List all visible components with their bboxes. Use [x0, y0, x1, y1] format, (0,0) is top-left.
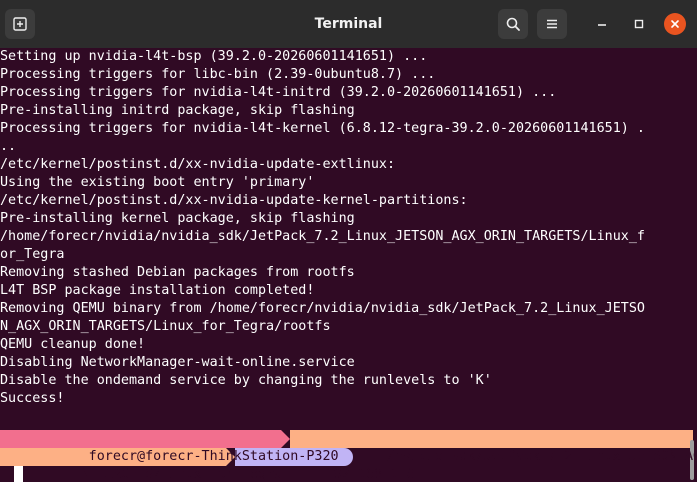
close-icon [671, 20, 679, 28]
prompt-ip: 192.168.1.6 [325, 467, 415, 482]
terminal-line: Pre-installing kernel package, skip flas… [0, 211, 355, 226]
window-title: Terminal [314, 16, 383, 32]
prompt-row-1: forecr@forecr-ThinkStation-P320 …/nvidia… [0, 430, 697, 464]
terminal-line: Processing triggers for libc-bin (2.39-0… [0, 67, 436, 82]
terminal-line: N_AGX_ORIN_TARGETS/Linux_for_Tegra/rootf… [0, 319, 331, 334]
prompt-path-line1: …/nvidia_sdk/JetPack_7.2_Linux_JETSON_AG… [378, 449, 697, 464]
terminal-line: Removing stashed Debian packages from ro… [0, 265, 355, 280]
terminal-line: L4T BSP package installation completed! [0, 283, 315, 298]
terminal-line: Setting up nvidia-l4t-bsp (39.2.0-202606… [0, 49, 428, 64]
new-tab-icon [13, 17, 27, 31]
terminal-output-area[interactable]: Setting up nvidia-l4t-bsp (39.2.0-202606… [0, 48, 697, 482]
maximize-button[interactable] [628, 13, 650, 35]
minimize-icon [598, 24, 606, 26]
title-bar[interactable]: Terminal [0, 0, 697, 48]
terminal-line: Disabling NetworkManager-wait-online.ser… [0, 355, 355, 370]
menu-button[interactable] [537, 9, 567, 39]
terminal-line: Disable the ondemand service by changing… [0, 373, 492, 388]
hamburger-menu-icon [547, 19, 557, 29]
new-tab-button[interactable] [5, 9, 35, 39]
terminal-line: Processing triggers for nvidia-l4t-initr… [0, 85, 557, 100]
terminal-line: Removing QEMU binary from /home/forecr/n… [0, 301, 645, 316]
terminal-line: QEMU cleanup done! [0, 337, 146, 352]
prompt-path-segment: …/nvidia_sdk/JetPack_7.2_Linux_JETSON_AG… [290, 430, 697, 464]
prompt-user-host: forecr@forecr-ThinkStation-P320 [80, 449, 339, 464]
terminal-line: Pre-installing initrd package, skip flas… [0, 103, 355, 118]
prompt-path-line2: N_TARGETS/Linux_for_Tegra [80, 467, 283, 482]
search-icon [506, 17, 520, 31]
terminal-line: /etc/kernel/postinst.d/xx-nvidia-update-… [0, 193, 468, 208]
terminal-line: Using the existing boot entry 'primary' [0, 175, 315, 190]
shell-prompt: forecr@forecr-ThinkStation-P320 …/nvidia… [0, 430, 697, 482]
terminal-line: or_Tegra [0, 247, 65, 262]
terminal-line: .. [0, 139, 17, 154]
terminal-line: Processing triggers for nvidia-l4t-kerne… [0, 121, 645, 136]
terminal-line: /etc/kernel/postinst.d/xx-nvidia-update-… [0, 157, 396, 172]
prompt-user-host-segment: forecr@forecr-ThinkStation-P320 [0, 430, 339, 464]
maximize-icon [634, 19, 644, 29]
minimize-button[interactable] [591, 13, 613, 35]
input-line[interactable]: ❯ [0, 466, 56, 482]
terminal-line: Success! [0, 391, 65, 406]
terminal-line: /home/forecr/nvidia/nvidia_sdk/JetPack_7… [0, 229, 645, 244]
text-cursor [14, 466, 23, 482]
terminal-output: Setting up nvidia-l4t-bsp (39.2.0-202606… [0, 48, 697, 408]
close-button[interactable] [664, 13, 686, 35]
terminal-window: Terminal Setting up nvidia-l4t-bsp (39.2… [0, 0, 697, 482]
search-button[interactable] [498, 9, 528, 39]
